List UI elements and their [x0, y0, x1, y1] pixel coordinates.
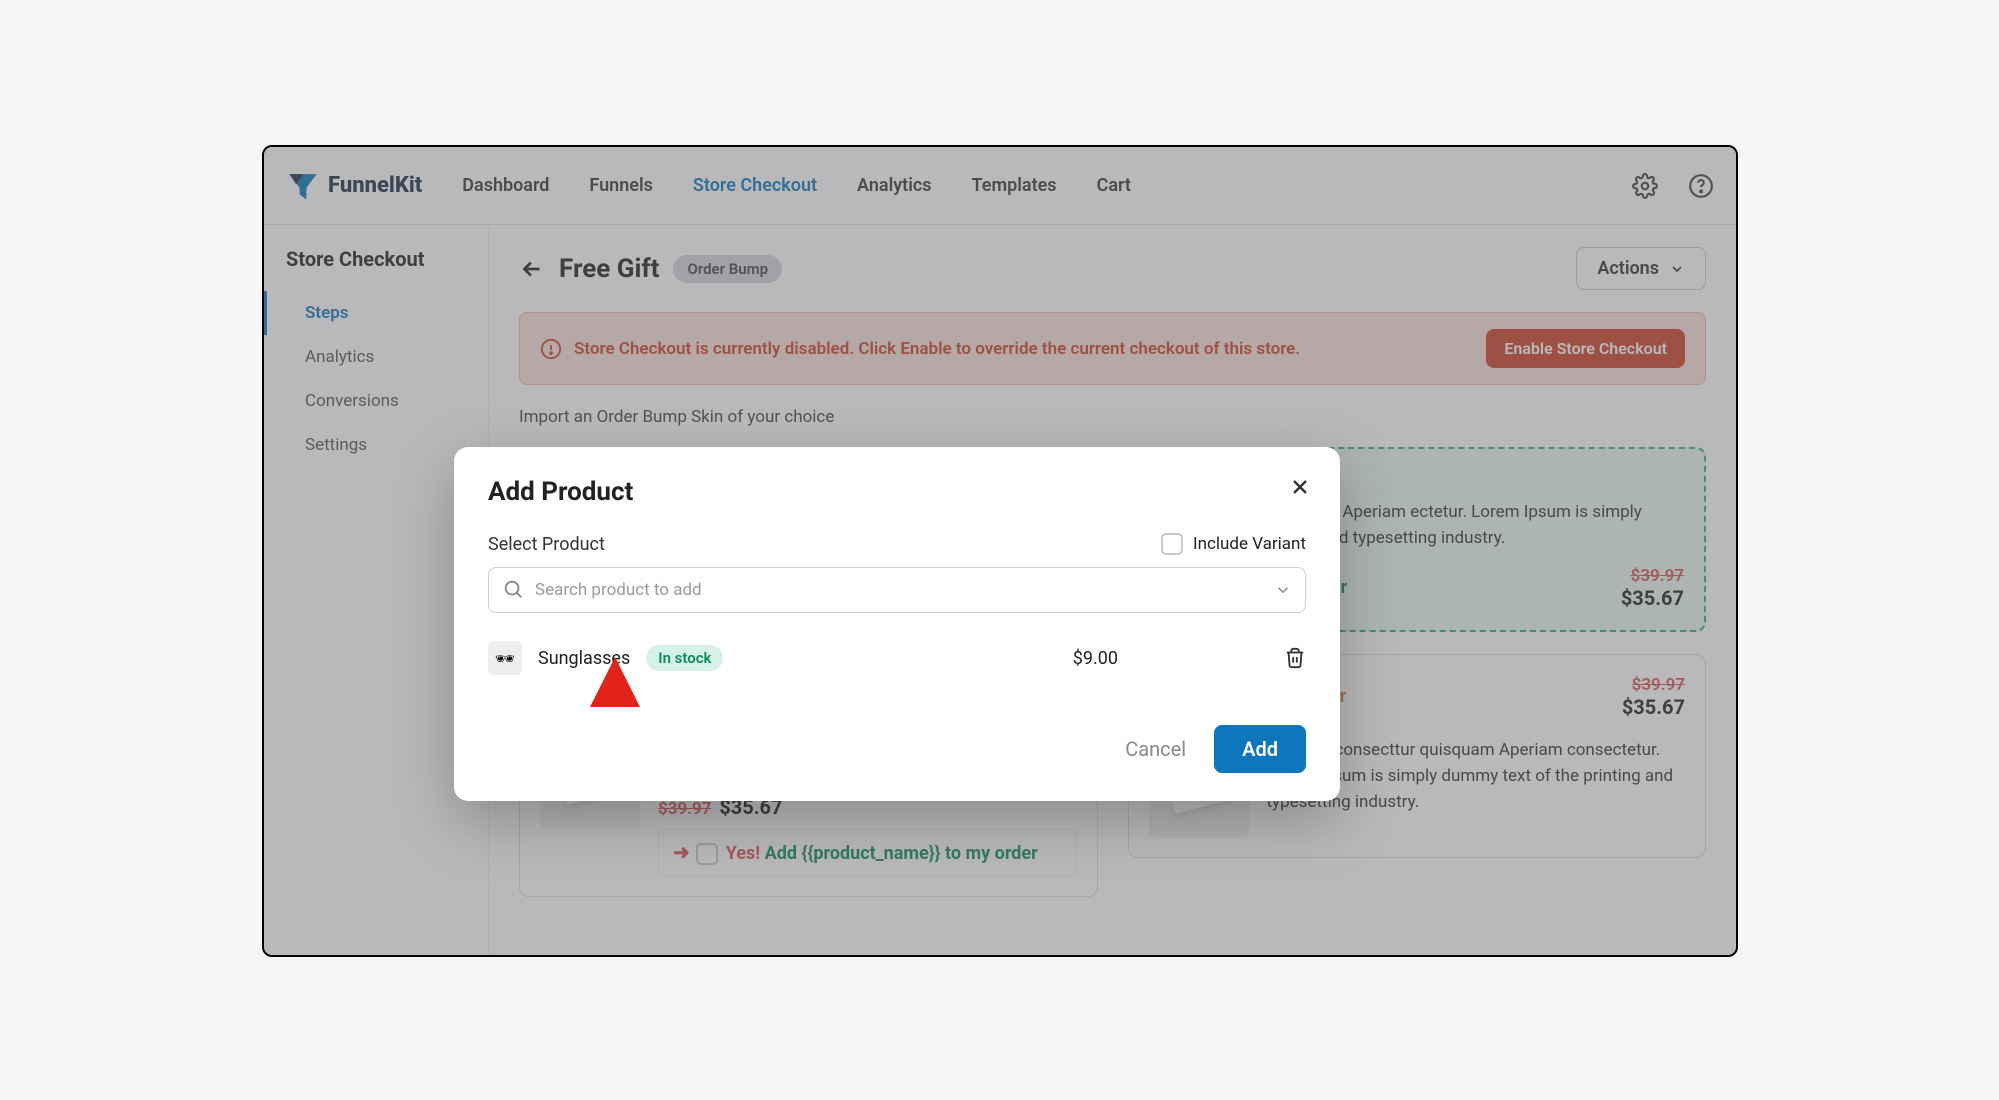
trash-icon[interactable] — [1284, 647, 1306, 669]
stock-badge: In stock — [646, 645, 723, 671]
modal-title: Add Product — [488, 477, 1306, 507]
include-variant-label: Include Variant — [1193, 534, 1306, 554]
product-row: 🕶 Sunglasses In stock $9.00 — [488, 637, 1306, 685]
search-icon — [502, 578, 524, 600]
close-icon[interactable] — [1288, 475, 1312, 499]
search-input[interactable] — [488, 567, 1306, 613]
product-name: Sunglasses — [538, 648, 630, 669]
add-button[interactable]: Add — [1214, 725, 1306, 773]
chevron-down-icon[interactable] — [1274, 581, 1292, 599]
product-thumbnail: 🕶 — [488, 641, 522, 675]
product-price: $9.00 — [1073, 648, 1118, 669]
cancel-button[interactable]: Cancel — [1125, 737, 1186, 761]
select-product-label: Select Product — [488, 534, 605, 555]
include-variant-checkbox[interactable] — [1161, 533, 1183, 555]
add-product-modal: Add Product Select Product Include Varia… — [454, 447, 1340, 801]
